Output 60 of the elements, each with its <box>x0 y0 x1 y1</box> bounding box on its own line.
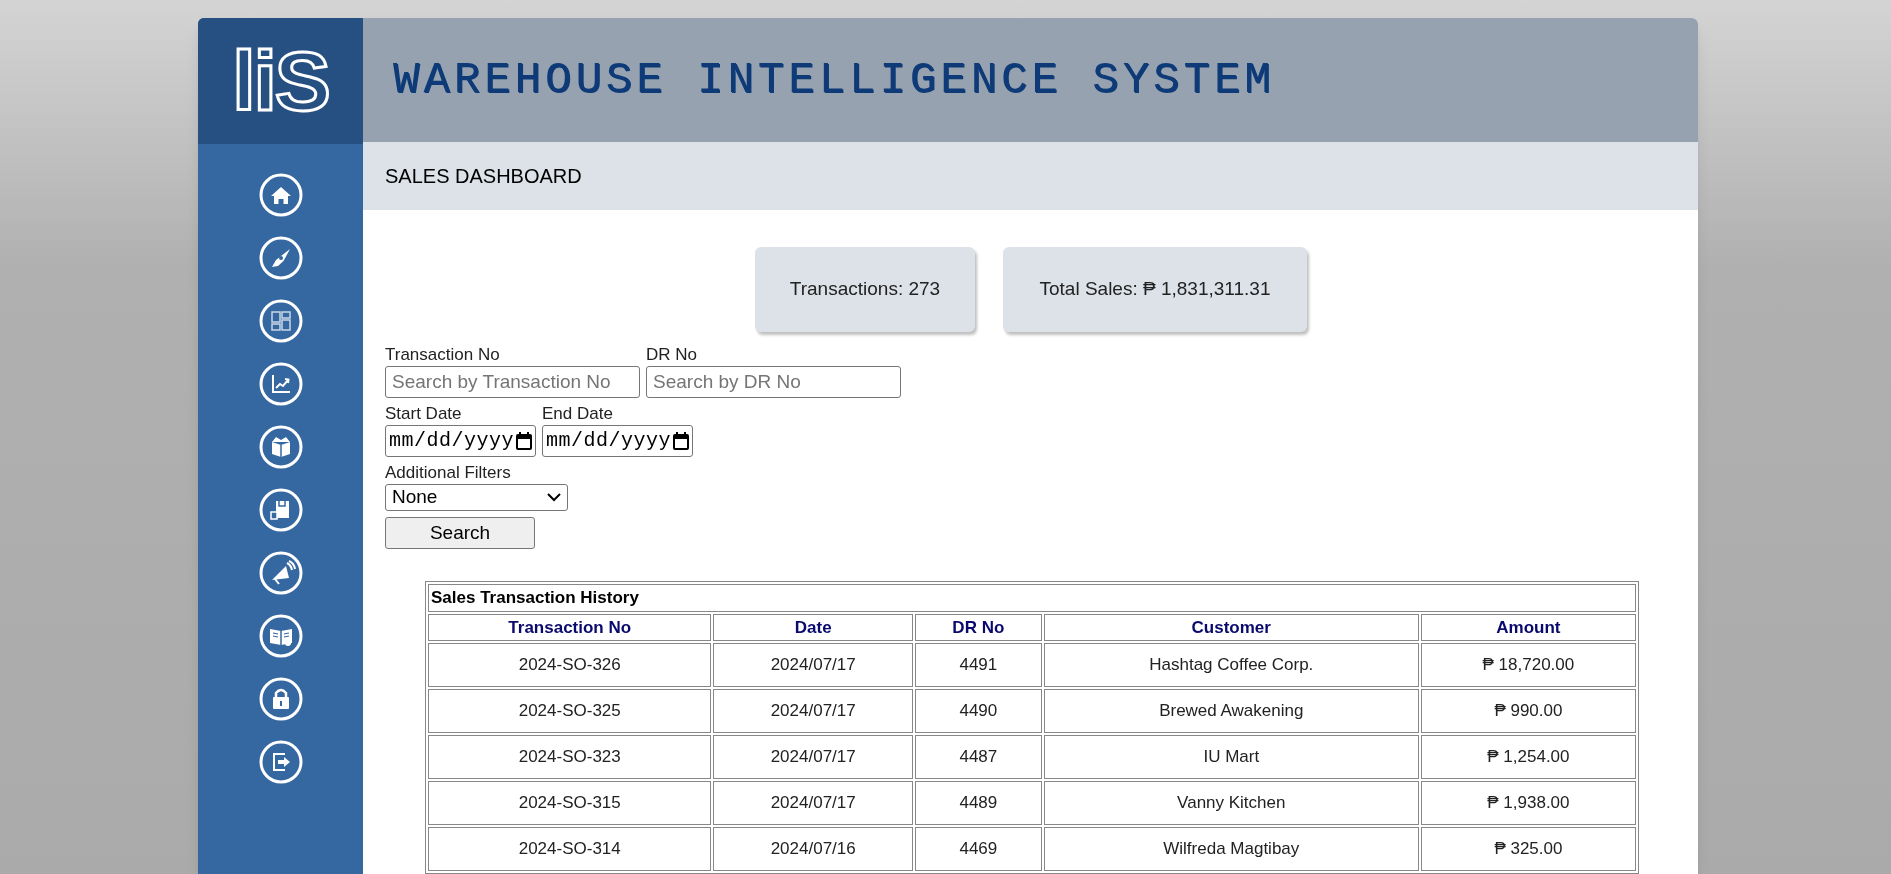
compass-icon[interactable] <box>258 236 303 280</box>
table-cell: 4487 <box>914 735 1042 779</box>
field-label: DR No <box>646 344 698 366</box>
table-cell: 4489 <box>914 781 1042 825</box>
table-cell: 4491 <box>914 643 1042 687</box>
table-cell: IU Mart <box>1043 735 1419 779</box>
table-cell: 2024/07/17 <box>713 643 913 687</box>
table-cell: 2024-SO-315 <box>428 781 712 825</box>
table-cell: ₱ 18,720.00 <box>1420 643 1636 687</box>
chevron-down-icon[interactable] <box>547 493 561 502</box>
field-label: Start Date <box>385 403 463 425</box>
table-caption: Sales Transaction History <box>428 584 1636 612</box>
logo: liS <box>232 39 329 123</box>
table-cell: Wilfreda Magtibay <box>1043 827 1419 871</box>
line-chart-icon[interactable] <box>258 362 303 406</box>
book-icon[interactable] <box>258 614 303 658</box>
field-label: Additional Filters <box>385 462 512 484</box>
calendar-icon[interactable] <box>673 432 690 450</box>
page-title: SALES DASHBOARD <box>385 164 582 190</box>
app-title: WAREHOUSE INTELLIGENCE SYSTEM <box>393 54 1275 108</box>
column-header: Date <box>713 613 913 641</box>
table-cell: Vanny Kitchen <box>1043 781 1419 825</box>
search-button[interactable]: Search <box>385 517 535 549</box>
lock-icon[interactable] <box>258 677 303 721</box>
text-input-field[interactable]: Search by Transaction No <box>385 366 640 398</box>
table-cell: 2024/07/17 <box>713 735 913 779</box>
megaphone-icon[interactable] <box>258 551 303 595</box>
table-cell: Hashtag Coffee Corp. <box>1043 643 1419 687</box>
column-header: Customer <box>1043 613 1419 641</box>
home-icon[interactable] <box>258 173 303 217</box>
package-icon[interactable] <box>258 488 303 532</box>
table-cell: ₱ 1,254.00 <box>1420 735 1636 779</box>
table-cell: ₱ 1,938.00 <box>1420 781 1636 825</box>
table-cell: 2024-SO-325 <box>428 689 712 733</box>
table-cell: 2024-SO-314 <box>428 827 712 871</box>
column-header: Amount <box>1420 613 1636 641</box>
calendar-icon[interactable] <box>516 432 533 450</box>
stat-card: Transactions: 273 <box>755 247 975 332</box>
table-cell: 2024-SO-323 <box>428 735 712 779</box>
text-input-field[interactable]: Search by DR No <box>646 366 901 398</box>
table-cell: 2024/07/17 <box>713 689 913 733</box>
column-header: Transaction No <box>428 613 712 641</box>
table-cell: ₱ 325.00 <box>1420 827 1636 871</box>
date-field[interactable]: mm/dd/yyyy <box>542 425 694 457</box>
table-cell: 2024-SO-326 <box>428 643 712 687</box>
table-cell: 4469 <box>914 827 1042 871</box>
field-label: End Date <box>542 403 614 425</box>
dashboard-icon[interactable] <box>258 299 303 343</box>
field-label: Transaction No <box>385 344 501 366</box>
table-cell: ₱ 990.00 <box>1420 689 1636 733</box>
table-cell: 2024/07/17 <box>713 781 913 825</box>
box-icon[interactable] <box>258 425 303 469</box>
column-header: DR No <box>914 613 1042 641</box>
exit-icon[interactable] <box>258 740 303 784</box>
table-cell: Brewed Awakening <box>1043 689 1419 733</box>
stat-card: Total Sales: ₱ 1,831,311.31 <box>1003 247 1307 332</box>
dropdown[interactable]: None <box>385 484 568 511</box>
date-field[interactable]: mm/dd/yyyy <box>385 425 537 457</box>
table-cell: 4490 <box>914 689 1042 733</box>
table-cell: 2024/07/16 <box>713 827 913 871</box>
